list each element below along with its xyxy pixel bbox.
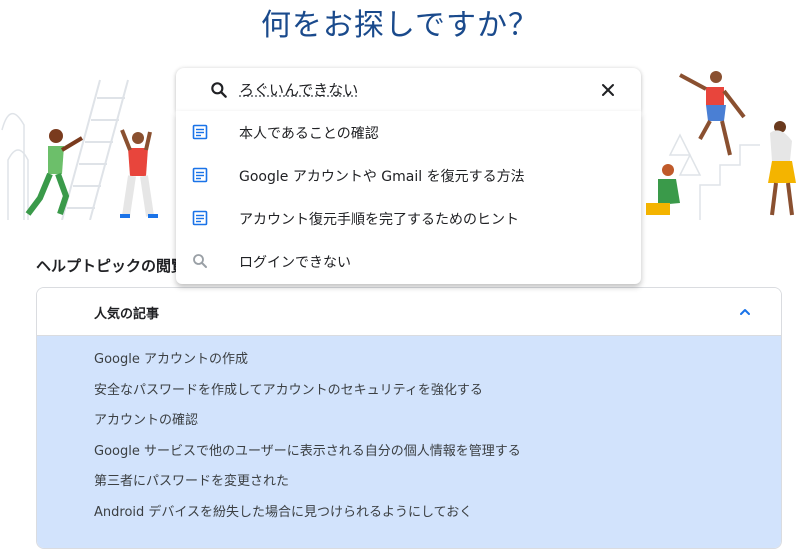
article-link[interactable]: アカウントの確認 xyxy=(94,406,781,437)
suggestion-label: アカウント復元手順を完了するためのヒント xyxy=(239,212,519,228)
chevron-up-icon[interactable] xyxy=(737,304,753,320)
person-standing-icon xyxy=(768,121,796,216)
accordion-title: 人気の記事 xyxy=(94,307,160,322)
search-box[interactable] xyxy=(176,68,641,111)
close-icon[interactable] xyxy=(598,80,618,100)
search-input[interactable] xyxy=(239,76,569,102)
page-title: 何をお探しですか？ xyxy=(260,8,540,43)
suggestion-label: 本人であることの確認 xyxy=(239,126,379,142)
section-title: ヘルプトピックの閲覧 xyxy=(36,257,187,275)
article-icon xyxy=(192,124,208,140)
person-left-icon xyxy=(25,129,84,216)
person-climbing-icon xyxy=(679,71,746,156)
suggestion-label: ログインできない xyxy=(239,255,351,271)
hero-illustration-left xyxy=(1,79,158,220)
article-link[interactable]: Android デバイスを紛失した場合に見つけられるようにしておく xyxy=(94,498,781,529)
suggestion-item[interactable]: 本人であることの確認 xyxy=(176,111,641,154)
article-link[interactable]: 安全なパスワードを作成してアカウントのセキュリティを強化する xyxy=(94,376,781,407)
article-link[interactable]: Google サービスで他のユーザーに表示される自分の個人情報を管理する xyxy=(94,437,781,468)
article-icon xyxy=(192,167,208,183)
person-right-icon xyxy=(120,129,158,218)
search-icon xyxy=(193,254,207,268)
accordion-body: Google アカウントの作成 安全なパスワードを作成してアカウントのセキュリテ… xyxy=(37,336,781,548)
hero-illustration-right xyxy=(646,71,796,220)
popular-articles-accordion: 人気の記事 Google アカウントの作成 安全なパスワードを作成してアカウント… xyxy=(36,287,782,549)
suggestion-item[interactable]: アカウント復元手順を完了するためのヒント xyxy=(176,197,641,240)
accordion-header[interactable]: 人気の記事 xyxy=(37,288,781,336)
article-icon xyxy=(192,210,208,226)
article-link[interactable]: 第三者にパスワードを変更された xyxy=(94,467,781,498)
article-link[interactable]: Google アカウントの作成 xyxy=(94,345,781,376)
suggestion-item[interactable]: ログインできない xyxy=(176,240,641,283)
suggestion-item[interactable]: Google アカウントや Gmail を復元する方法 xyxy=(176,154,641,197)
search-icon xyxy=(211,82,227,98)
person-sitting-icon xyxy=(646,164,680,215)
suggestion-label: Google アカウントや Gmail を復元する方法 xyxy=(239,169,525,185)
suggestion-list: 本人であることの確認 Google アカウントや Gmail を復元する方法 ア… xyxy=(176,111,641,284)
